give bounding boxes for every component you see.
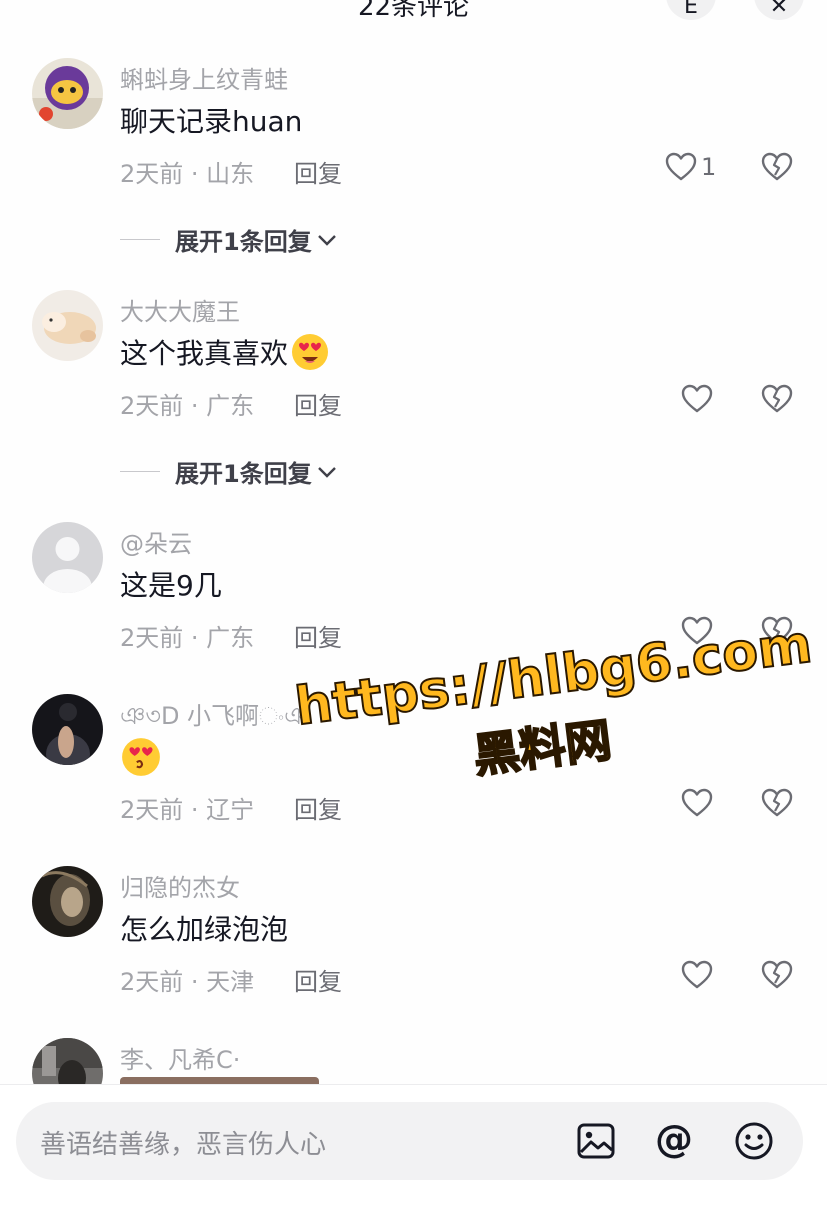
like-button[interactable]: 1: [665, 152, 716, 182]
reply-button[interactable]: 回复: [294, 618, 342, 653]
header-left-button[interactable]: E: [666, 0, 716, 20]
comment-username[interactable]: @朵云: [120, 524, 192, 559]
dislike-button[interactable]: [761, 152, 793, 186]
dislike-button[interactable]: [761, 788, 793, 822]
chevron-down-icon: [317, 234, 336, 246]
comment-text: 这是9几: [120, 564, 222, 604]
divider-line: [120, 471, 160, 472]
comment-text: 怎么加绿泡泡: [120, 908, 288, 948]
watermark: https://hlbg6.com 黑料网: [291, 614, 816, 836]
image-icon: [577, 1123, 615, 1159]
heart-eyes-emoji-icon: [122, 738, 160, 776]
chevron-down-icon: [317, 466, 336, 478]
dislike-button[interactable]: [761, 384, 793, 418]
mention-button[interactable]: @: [654, 1121, 694, 1161]
comment-time-location: 2天前 · 广东: [120, 624, 255, 652]
comment-time-location: 2天前 · 山东: [120, 160, 255, 188]
comment-time-location: 2天前 · 广东: [120, 392, 255, 420]
comment-text: 这个我真喜欢: [120, 332, 330, 372]
avatar[interactable]: [32, 1038, 103, 1084]
expand-replies-label: 展开1条回复: [175, 460, 312, 488]
dislike-button[interactable]: [761, 960, 793, 994]
comment-time-location: 2天前 · 辽宁: [120, 796, 255, 824]
broken-heart-icon: [761, 788, 793, 817]
comment-username[interactable]: 蝌蚪身上纹青蛙: [120, 60, 288, 95]
heart-icon: [681, 960, 713, 989]
comment-text-content: 聊天记录huan: [120, 105, 303, 138]
comment-username[interactable]: 归隐的杰女: [120, 868, 240, 903]
like-count: 1: [701, 153, 717, 181]
at-icon: @: [655, 1121, 693, 1161]
like-button[interactable]: [681, 960, 713, 990]
comment-text: 聊天记录huan: [120, 100, 302, 140]
comment-text-content: 这个我真喜欢: [120, 337, 289, 370]
comment-time-location: 2天前 · 天津: [120, 968, 255, 996]
avatar[interactable]: [32, 58, 103, 129]
heart-icon: [665, 152, 697, 181]
comment-text-content: 怎么加绿泡泡: [120, 913, 289, 946]
comment-input-placeholder: 善语结善缘，恶言伤人心: [40, 1130, 327, 1160]
comments-header: 22条评论 E ✕: [0, 0, 827, 22]
header-left-icon: E: [684, 0, 698, 19]
heart-icon: [681, 788, 713, 817]
comment-username[interactable]: 大大大魔王: [120, 292, 240, 327]
broken-heart-icon: [761, 152, 793, 181]
like-button[interactable]: [681, 788, 713, 818]
avatar[interactable]: [32, 866, 103, 937]
like-button[interactable]: [681, 384, 713, 414]
comment-input[interactable]: 善语结善缘，恶言伤人心 @: [16, 1102, 803, 1180]
reply-button[interactable]: 回复: [294, 154, 342, 189]
expand-replies-button[interactable]: 展开1条回复: [120, 222, 338, 257]
avatar[interactable]: [32, 694, 103, 765]
broken-heart-icon: [761, 960, 793, 989]
expand-replies-button[interactable]: 展开1条回复: [120, 454, 338, 489]
comment-text-content: 这是9几: [120, 569, 222, 602]
reply-button[interactable]: 回复: [294, 962, 342, 997]
heart-icon: [681, 384, 713, 413]
emoji-icon: [735, 1122, 773, 1160]
expand-replies-label: 展开1条回复: [175, 228, 312, 256]
comment-input-bar: 善语结善缘，恶言伤人心 @: [0, 1084, 827, 1225]
divider-line: [120, 239, 160, 240]
comment-username[interactable]: ঞ৩D 小飞啊ංঞ: [120, 696, 309, 738]
avatar[interactable]: [32, 522, 103, 593]
emoji-button[interactable]: [734, 1121, 774, 1161]
comment-username[interactable]: 李、凡希C·: [120, 1040, 240, 1075]
broken-heart-icon: [761, 384, 793, 413]
close-icon: ✕: [769, 0, 789, 19]
image-button[interactable]: [576, 1121, 616, 1161]
close-button[interactable]: ✕: [754, 0, 804, 20]
avatar[interactable]: [32, 290, 103, 361]
at-glyph: @: [655, 1121, 693, 1161]
reply-button[interactable]: 回复: [294, 386, 342, 421]
comment-text: [120, 736, 162, 778]
heart-eyes-emoji-icon: [292, 334, 329, 370]
